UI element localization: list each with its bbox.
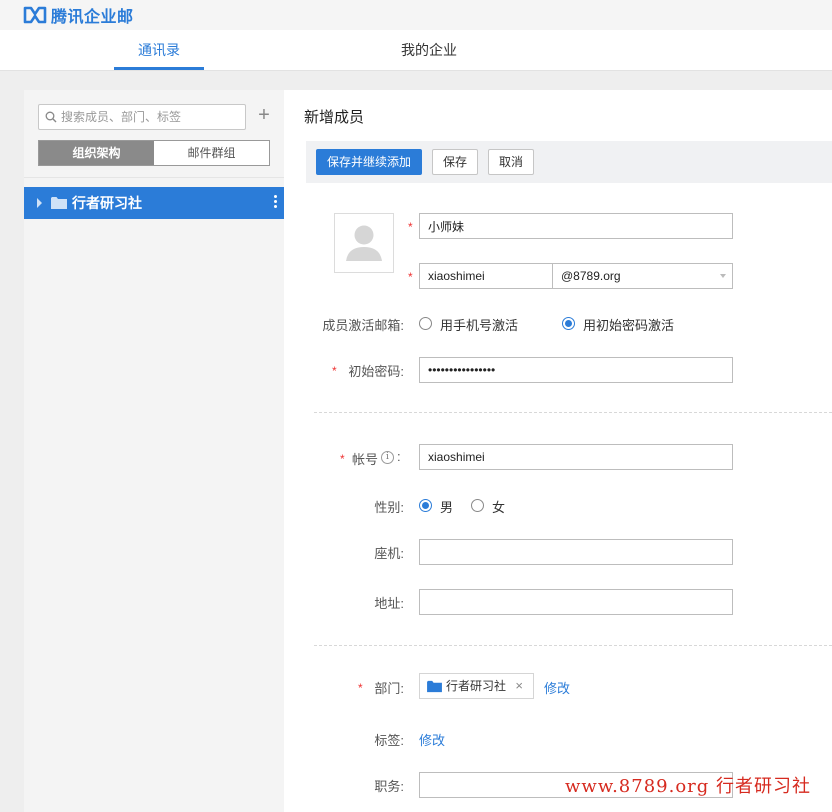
account-input[interactable] (419, 444, 733, 470)
user-avatar-placeholder-icon (346, 225, 382, 261)
activation-password-radio[interactable] (562, 317, 575, 330)
required-mark: * (408, 220, 413, 234)
info-icon[interactable]: i (381, 451, 394, 464)
logo[interactable]: 腾讯企业邮 (23, 3, 134, 27)
tree-item-department[interactable]: 行者研习社 (24, 187, 284, 219)
name-input[interactable] (419, 213, 733, 239)
folder-icon (427, 680, 442, 693)
tree-item-label: 行者研习社 (72, 195, 142, 211)
phone-label: 座机: (374, 546, 404, 561)
section-divider (314, 645, 832, 646)
account-colon: : (397, 449, 401, 464)
phone-input[interactable] (419, 539, 733, 565)
remove-icon[interactable]: × (515, 674, 523, 698)
required-mark: * (340, 452, 345, 466)
account-label: 帐号 (352, 452, 379, 467)
gender-male-radio[interactable] (419, 499, 432, 512)
password-input[interactable] (419, 357, 733, 383)
required-mark: * (332, 364, 337, 378)
tencent-exmail-logo-icon (23, 6, 47, 24)
activation-phone-label[interactable]: 用手机号激活 (440, 315, 518, 334)
activation-phone-radio[interactable] (419, 317, 432, 330)
search-input[interactable] (61, 108, 241, 126)
department-edit-link[interactable]: 修改 (544, 678, 570, 697)
save-button[interactable]: 保存 (432, 149, 478, 175)
segment-org-structure[interactable]: 组织架构 (39, 141, 154, 165)
brand-bar: 腾讯企业邮 (0, 0, 832, 30)
avatar[interactable] (334, 213, 394, 273)
chevron-down-icon (720, 274, 726, 278)
address-label: 地址: (374, 596, 404, 611)
position-label: 职务: (374, 779, 404, 794)
tab-my-enterprise[interactable]: 我的企业 (384, 30, 474, 70)
department-label: 部门: (374, 681, 404, 696)
email-domain-value: @8789.org (561, 269, 621, 283)
tags-edit-link[interactable]: 修改 (419, 730, 445, 749)
department-tag-label: 行者研习社 (446, 679, 507, 693)
gender-female-label[interactable]: 女 (492, 497, 505, 516)
department-tag: 行者研习社 × (419, 673, 534, 699)
gender-male-label[interactable]: 男 (440, 497, 453, 516)
gender-female-radio[interactable] (471, 499, 484, 512)
add-icon[interactable]: + (256, 105, 272, 126)
more-vertical-icon[interactable] (274, 195, 278, 211)
email-local-input[interactable] (419, 263, 553, 289)
gender-label: 性别: (374, 500, 404, 515)
section-divider (314, 412, 832, 413)
activation-password-label[interactable]: 用初始密码激活 (583, 315, 674, 334)
cancel-button[interactable]: 取消 (488, 149, 534, 175)
segment-mail-groups[interactable]: 邮件群组 (154, 141, 269, 165)
main-panel: 新增成员 保存并继续添加 保存 取消 * * @8789.org 成员激活邮箱:… (284, 90, 832, 812)
search-icon (45, 111, 57, 123)
email-domain-select[interactable]: @8789.org (552, 263, 733, 289)
address-input[interactable] (419, 589, 733, 615)
tags-label: 标签: (374, 733, 404, 748)
expand-caret-icon[interactable] (37, 198, 42, 208)
divider (24, 177, 284, 178)
search-box[interactable] (38, 104, 246, 130)
activation-label: 成员激活邮箱: (322, 318, 404, 333)
folder-icon (51, 197, 67, 209)
top-nav: 通讯录 我的企业 (0, 30, 832, 71)
sidebar: + 组织架构 邮件群组 行者研习社 (24, 90, 284, 812)
logo-text: 腾讯企业邮 (51, 9, 134, 26)
save-and-continue-button[interactable]: 保存并继续添加 (316, 149, 422, 175)
required-mark: * (408, 270, 413, 284)
password-label: 初始密码: (348, 364, 404, 379)
watermark: www.8789.org 行者研习社 (565, 776, 812, 797)
tab-contacts[interactable]: 通讯录 (114, 30, 204, 70)
page-title: 新增成员 (304, 109, 365, 126)
toolbar: 保存并继续添加 保存 取消 (306, 141, 832, 183)
view-switch: 组织架构 邮件群组 (38, 140, 270, 166)
